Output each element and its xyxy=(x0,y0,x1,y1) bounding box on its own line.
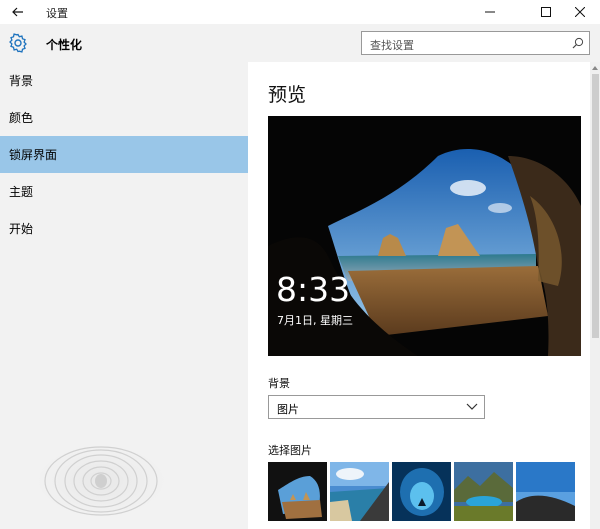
rocky-horizon-image xyxy=(516,462,575,521)
picture-thumbnail[interactable] xyxy=(454,462,513,521)
search-icon[interactable] xyxy=(572,37,584,49)
choose-picture-label: 选择图片 xyxy=(268,444,312,457)
gear-icon xyxy=(9,33,27,53)
picture-thumbnail[interactable] xyxy=(330,462,389,521)
sidebar-item-label: 开始 xyxy=(9,222,34,236)
maximize-icon xyxy=(541,7,551,17)
sidebar-item-label: 背景 xyxy=(9,74,34,88)
back-button[interactable] xyxy=(8,2,28,22)
minimize-button[interactable] xyxy=(468,0,512,24)
coastal-cliff-image xyxy=(330,462,389,521)
sidebar-item-label: 锁屏界面 xyxy=(9,148,58,162)
page-header: 个性化 查找设置 xyxy=(0,24,600,62)
picture-thumbnail[interactable] xyxy=(268,462,327,521)
sidebar: 背景 颜色 锁屏界面 主题 开始 xyxy=(0,62,248,529)
preview-heading: 预览 xyxy=(268,84,307,106)
sidebar-item-label: 颜色 xyxy=(9,111,34,125)
close-button[interactable] xyxy=(560,0,600,24)
title-bar: 设置 xyxy=(0,0,600,24)
scroll-up-arrow-icon[interactable] xyxy=(591,64,599,72)
dropdown-value: 图片 xyxy=(277,403,299,416)
back-arrow-icon xyxy=(12,7,23,17)
sidebar-item-label: 主题 xyxy=(9,185,34,199)
cave-beach-image xyxy=(268,462,327,521)
background-type-dropdown[interactable]: 图片 xyxy=(268,395,485,419)
window-title: 设置 xyxy=(46,7,68,20)
lock-screen-time: 8:33 xyxy=(276,270,351,309)
sidebar-item-themes[interactable]: 主题 xyxy=(0,173,248,210)
lock-screen-preview: 8:33 7月1日, 星期三 xyxy=(268,116,581,356)
search-input[interactable]: 查找设置 xyxy=(361,31,590,55)
background-label: 背景 xyxy=(268,377,290,390)
search-placeholder: 查找设置 xyxy=(370,39,414,52)
lock-screen-date: 7月1日, 星期三 xyxy=(277,314,353,327)
sidebar-item-background[interactable]: 背景 xyxy=(0,62,248,99)
minimize-icon xyxy=(485,11,495,13)
page-title: 个性化 xyxy=(46,38,83,52)
picture-thumbnail[interactable] xyxy=(392,462,451,521)
picture-thumbnail[interactable] xyxy=(516,462,575,521)
decorative-swirl-logo xyxy=(35,445,167,517)
ice-cave-image xyxy=(392,462,451,521)
close-icon xyxy=(575,7,585,17)
sidebar-item-lock-screen[interactable]: 锁屏界面 xyxy=(0,136,248,173)
chevron-down-icon xyxy=(466,403,478,410)
scrollbar-thumb[interactable] xyxy=(592,74,599,338)
sidebar-item-start[interactable]: 开始 xyxy=(0,210,248,247)
sidebar-item-colors[interactable]: 颜色 xyxy=(0,99,248,136)
mountain-lake-image xyxy=(454,462,513,521)
